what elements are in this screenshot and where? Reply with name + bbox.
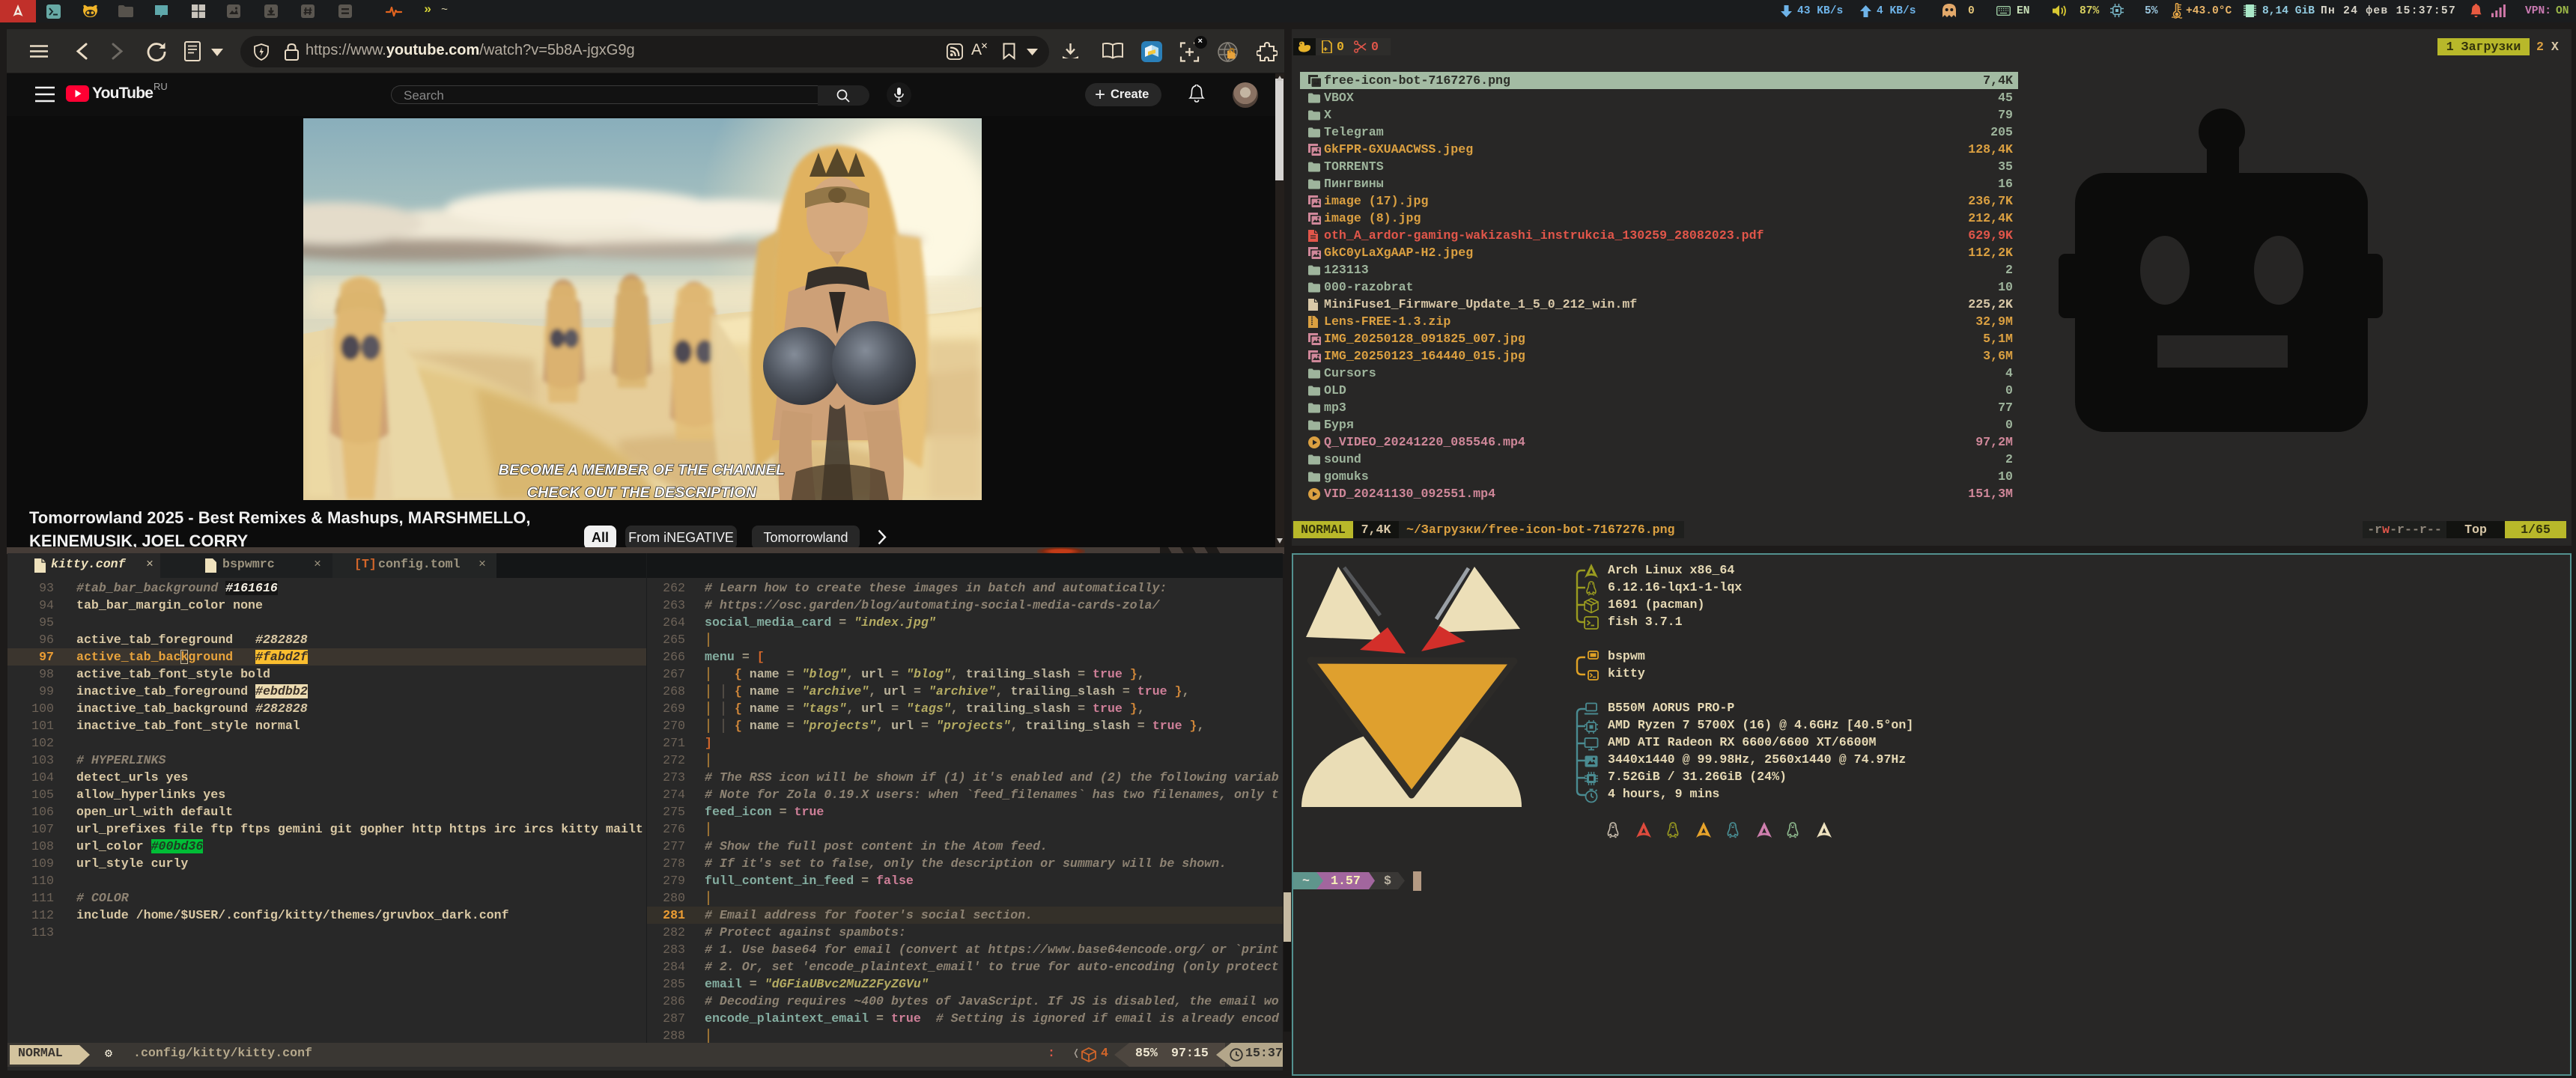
svg-text:CHECK OUT THE DESCRIPTION: CHECK OUT THE DESCRIPTION	[527, 484, 757, 500]
svg-text:BECOME A MEMBER OF THE CHANNEL: BECOME A MEMBER OF THE CHANNEL	[499, 462, 785, 478]
